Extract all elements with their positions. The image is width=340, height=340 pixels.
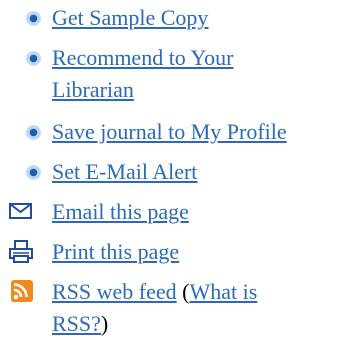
recommend-librarian-link[interactable]: Recommend to Your Librarian <box>52 45 234 102</box>
list-item-email-alert: Set E-Mail Alert <box>0 156 340 188</box>
list-item-email-page: Email this page <box>0 196 340 228</box>
rss-icon <box>11 280 33 302</box>
rss-close-paren: ) <box>100 311 109 336</box>
list-item-rss: RSS web feed (What is RSS?) <box>0 276 340 340</box>
list-item-print-page: Print this page <box>0 236 340 268</box>
printer-icon <box>9 240 33 263</box>
what-is-line-1: What is <box>189 279 258 304</box>
bullet-icon <box>26 51 41 66</box>
print-this-page-link[interactable]: Print this page <box>52 239 179 264</box>
recommend-line-2: Librarian <box>52 77 134 102</box>
list-item-recommend: Recommend to Your Librarian <box>0 42 340 106</box>
rss-open-paren: ( <box>176 279 190 304</box>
list-item-get-sample-copy: Get Sample Copy <box>0 2 340 34</box>
list-item-save-journal: Save journal to My Profile <box>0 116 340 148</box>
bullet-icon <box>26 125 41 140</box>
email-this-page-link[interactable]: Email this page <box>52 199 189 224</box>
envelope-icon <box>9 203 32 219</box>
save-journal-link[interactable]: Save journal to My Profile <box>52 119 287 144</box>
bullet-icon <box>26 165 41 180</box>
recommend-line-1: Recommend to Your <box>52 45 234 70</box>
bullet-icon <box>26 11 41 26</box>
set-email-alert-link[interactable]: Set E-Mail Alert <box>52 159 197 184</box>
rss-feed-link[interactable]: RSS web feed <box>52 279 177 304</box>
get-sample-copy-link[interactable]: Get Sample Copy <box>52 5 208 30</box>
what-is-line-2: RSS? <box>52 311 101 336</box>
